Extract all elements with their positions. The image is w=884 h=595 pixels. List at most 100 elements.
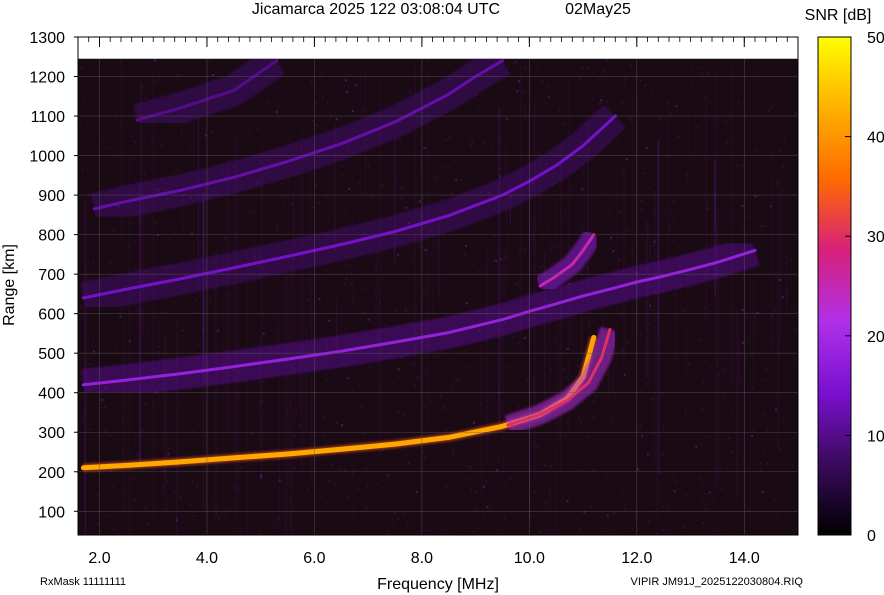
noise-speckle (131, 156, 134, 159)
noise-speckle (283, 510, 286, 513)
noise-speckle (217, 518, 220, 520)
noise-speckle (289, 403, 292, 406)
noise-speckle (298, 424, 301, 427)
noise-speckle (493, 397, 496, 400)
noise-speckle (203, 206, 206, 209)
noise-speckle (250, 432, 253, 435)
noise-speckle (418, 200, 421, 203)
noise-speckle (175, 170, 178, 173)
noise-speckle (545, 345, 548, 348)
noise-speckle (236, 392, 239, 395)
noise-speckle (504, 256, 506, 259)
noise-speckle (708, 491, 711, 494)
noise-speckle (514, 283, 517, 286)
noise-speckle (167, 447, 170, 450)
noise-streak (780, 177, 782, 339)
noise-speckle (513, 463, 516, 466)
noise-speckle (365, 467, 367, 470)
noise-speckle (581, 188, 584, 191)
noise-speckle (293, 467, 296, 469)
noise-speckle (702, 484, 705, 487)
noise-speckle (248, 130, 251, 133)
noise-speckle (508, 365, 511, 367)
noise-speckle (562, 368, 565, 371)
noise-streak (752, 281, 755, 390)
noise-speckle (695, 297, 698, 300)
noise-streak (532, 216, 534, 255)
noise-speckle (537, 445, 539, 448)
noise-speckle (767, 491, 770, 494)
noise-speckle (649, 89, 652, 92)
noise-streak (506, 148, 508, 282)
noise-speckle (310, 80, 313, 83)
noise-speckle (103, 137, 105, 140)
noise-speckle (325, 444, 328, 447)
noise-speckle (283, 377, 286, 380)
noise-speckle (566, 348, 569, 350)
noise-speckle (516, 90, 519, 93)
noise-speckle (80, 378, 83, 381)
noise-speckle (284, 201, 286, 204)
noise-speckle (108, 261, 111, 264)
noise-streak (569, 313, 572, 346)
y-tick-label: 900 (38, 188, 65, 205)
noise-speckle (777, 352, 780, 355)
noise-streak (785, 250, 788, 317)
noise-speckle (155, 443, 158, 446)
noise-speckle (608, 209, 611, 212)
noise-speckle (176, 73, 179, 76)
noise-speckle (136, 306, 139, 309)
noise-speckle (697, 67, 700, 70)
noise-speckle (96, 494, 98, 497)
noise-speckle (262, 519, 265, 521)
noise-speckle (684, 493, 687, 496)
noise-speckle (259, 402, 262, 405)
noise-speckle (236, 488, 239, 491)
noise-speckle (260, 476, 263, 479)
noise-speckle (393, 388, 396, 391)
noise-speckle (364, 288, 367, 291)
noise-speckle (251, 294, 254, 297)
noise-speckle (482, 485, 485, 488)
noise-speckle (640, 200, 643, 202)
noise-speckle (555, 388, 558, 391)
noise-speckle (108, 146, 111, 149)
noise-speckle (459, 179, 462, 182)
noise-streak (738, 333, 741, 388)
noise-speckle (165, 480, 168, 483)
noise-speckle (247, 516, 250, 519)
noise-speckle (112, 229, 115, 232)
noise-speckle (514, 61, 516, 64)
noise-speckle (726, 141, 729, 144)
colorbar-tick-label: 30 (867, 229, 884, 246)
noise-speckle (666, 155, 669, 158)
noise-speckle (257, 128, 260, 131)
noise-speckle (137, 309, 140, 312)
noise-speckle (275, 111, 278, 114)
noise-speckle (630, 119, 633, 122)
noise-speckle (598, 78, 601, 81)
noise-speckle (501, 338, 504, 341)
noise-speckle (776, 185, 779, 188)
noise-speckle (759, 469, 762, 472)
noise-speckle (673, 490, 676, 493)
noise-speckle (141, 429, 144, 432)
noise-speckle (705, 208, 708, 211)
noise-speckle (617, 484, 620, 487)
noise-speckle (341, 165, 344, 168)
noise-speckle (307, 298, 310, 301)
noise-speckle (764, 379, 767, 382)
noise-speckle (422, 450, 425, 453)
noise-speckle (175, 519, 178, 522)
noise-speckle (523, 247, 526, 250)
noise-speckle (133, 140, 136, 143)
noise-speckle (81, 67, 84, 69)
noise-streak (276, 90, 279, 349)
noise-speckle (616, 235, 619, 238)
noise-speckle (538, 531, 541, 533)
noise-speckle (765, 368, 768, 371)
noise-speckle (495, 259, 497, 262)
noise-speckle (591, 98, 594, 101)
noise-speckle (648, 187, 651, 190)
noise-speckle (766, 429, 769, 432)
